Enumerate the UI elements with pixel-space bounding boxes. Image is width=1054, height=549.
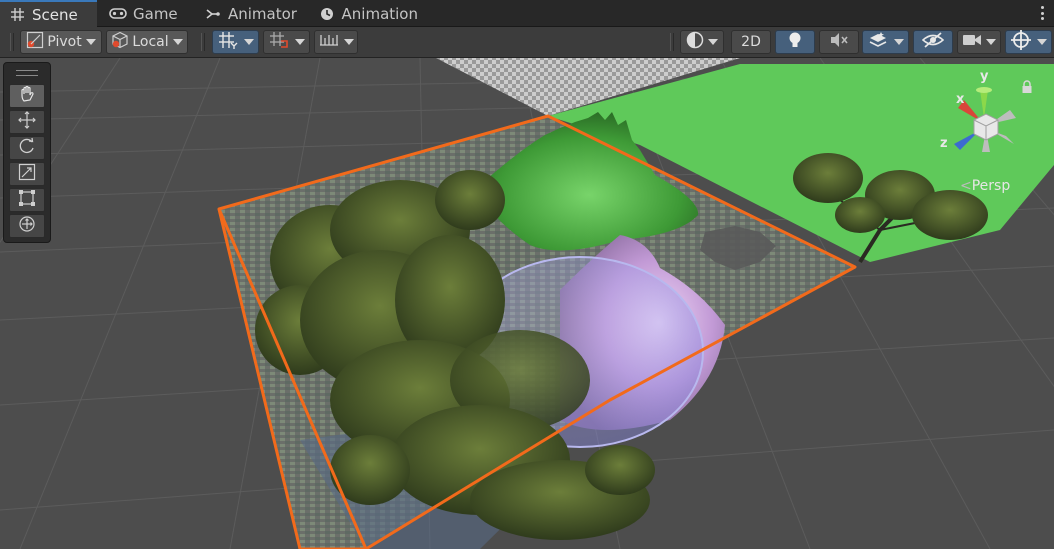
increment-snap-icon: [269, 31, 289, 53]
move-arrows-icon: [18, 111, 36, 133]
gizmo-globe-icon: [1010, 30, 1031, 54]
scale-icon: [18, 163, 36, 185]
clock-icon: [319, 7, 336, 21]
ruler-snap-toggle[interactable]: [314, 30, 358, 54]
gizmo-z-label: z: [940, 136, 948, 151]
hand-icon: [18, 85, 36, 107]
projection-label: Persp: [971, 178, 1011, 194]
rect-transform-icon: [18, 189, 36, 211]
grid-snap-icon: [218, 31, 238, 53]
scene-toolbar: Pivot Local 2D: [0, 27, 1054, 58]
tab-animation-label: Animation: [341, 4, 418, 23]
effects-layers-icon: [868, 31, 888, 53]
chevron-down-icon: [243, 39, 254, 45]
2d-mode-label: 2D: [741, 34, 761, 50]
pivot-dropdown[interactable]: Pivot: [20, 30, 102, 54]
tab-game[interactable]: Game: [101, 0, 191, 27]
tab-animation[interactable]: Animation: [311, 0, 426, 27]
scene-viewport[interactable]: [0, 58, 1054, 549]
grid-icon: [8, 8, 26, 22]
tab-animator[interactable]: Animator: [196, 0, 306, 27]
gizmos-dropdown[interactable]: [1005, 30, 1052, 54]
lighting-toggle[interactable]: [775, 30, 815, 54]
shading-mode-icon: [686, 31, 704, 53]
chevron-down-icon: [1036, 39, 1047, 45]
tools-overlay: [3, 62, 51, 243]
tab-scene[interactable]: Scene: [0, 0, 97, 27]
increment-snap-toggle[interactable]: [263, 30, 310, 54]
toolbar-grip: [201, 33, 205, 51]
chevron-down-icon: [172, 39, 183, 45]
chevron-down-icon: [343, 39, 354, 45]
eye-hidden-icon: [921, 32, 945, 52]
transform-tool-button[interactable]: [9, 214, 45, 238]
chevron-down-icon: [294, 39, 305, 45]
tab-scene-label: Scene: [32, 5, 78, 24]
chevron-down-icon: [85, 39, 96, 45]
2d-mode-toggle[interactable]: 2D: [731, 30, 771, 54]
projection-toggle[interactable]: <Persp: [960, 178, 1010, 194]
rect-tool-button[interactable]: [9, 188, 45, 212]
view-tool-button[interactable]: [9, 84, 45, 108]
audio-toggle[interactable]: [819, 30, 859, 54]
chevron-down-icon: [708, 39, 718, 45]
scene-view-tab-bar: Scene Game Animator Animation: [0, 0, 1054, 27]
scene-render: [0, 58, 1054, 549]
local-dropdown[interactable]: Local: [106, 30, 188, 54]
tab-game-label: Game: [133, 4, 178, 23]
grid-snapping-toggle[interactable]: [212, 30, 259, 54]
rotate-icon: [18, 137, 36, 159]
camera-icon: [962, 33, 982, 51]
chevron-down-icon: [986, 39, 996, 45]
lock-icon[interactable]: [1021, 80, 1033, 98]
camera-settings-dropdown[interactable]: [957, 30, 1001, 54]
animator-icon: [204, 7, 222, 21]
pivot-label: Pivot: [47, 34, 82, 50]
toolbar-grip: [670, 33, 674, 51]
overlay-drag-handle[interactable]: [16, 70, 38, 76]
gizmo-y-label: y: [980, 69, 989, 84]
scale-tool-button[interactable]: [9, 162, 45, 186]
move-tool-button[interactable]: [9, 110, 45, 134]
scene-visibility-toggle[interactable]: [913, 30, 953, 54]
local-label: Local: [132, 34, 169, 50]
lightbulb-icon: [788, 31, 802, 53]
pivot-icon: [26, 31, 44, 53]
toolbar-grip: [10, 33, 14, 51]
chevron-down-icon: [893, 39, 904, 45]
audio-mute-icon: [829, 32, 849, 52]
effects-toggle[interactable]: [862, 30, 909, 54]
transform-icon: [18, 215, 36, 237]
local-cube-icon: [111, 31, 129, 53]
rotate-tool-button[interactable]: [9, 136, 45, 160]
ruler-icon: [319, 33, 339, 51]
draw-mode-dropdown[interactable]: [680, 30, 724, 54]
gizmo-x-label: x: [956, 92, 965, 107]
gamepad-icon: [109, 7, 127, 21]
tab-animator-label: Animator: [228, 4, 297, 23]
more-options-icon[interactable]: [1038, 4, 1046, 22]
